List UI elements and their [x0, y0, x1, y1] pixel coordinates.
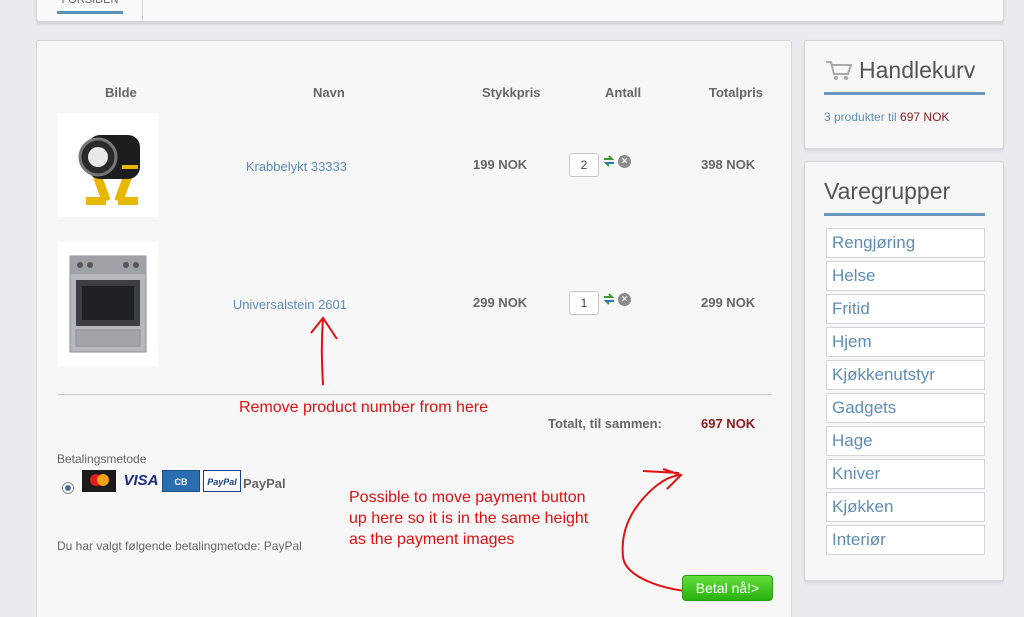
remove-icon[interactable]: × [618, 155, 631, 168]
payment-radio[interactable] [62, 482, 74, 494]
payment-chosen-text: Du har valgt følgende betalingmetode: Pa… [57, 539, 302, 553]
unit-price-row1: 199 NOK [473, 157, 528, 172]
annotation-move-line1: Possible to move payment button [349, 489, 586, 506]
totals-divider [58, 394, 772, 395]
product-image-lamp[interactable] [58, 113, 158, 217]
categories-widget: Varegrupper Rengjøring Helse Fritid Hjem… [804, 161, 1004, 581]
total-price-row1: 398 NOK [701, 157, 756, 172]
cart-summary-amount: 697 NOK [900, 110, 950, 124]
category-item[interactable]: Hage [826, 426, 985, 456]
cart-widget-rule [824, 92, 985, 95]
total-label: Totalt, til sammen: [548, 416, 662, 431]
top-navigation: FORSIDEN [36, 0, 1004, 22]
product-link-krabbelykt[interactable]: Krabbelykt 33333 [167, 159, 347, 174]
header-quantity: Antall [605, 85, 642, 100]
paypal-icon: PayPal [203, 470, 241, 492]
total-value: 697 NOK [701, 416, 756, 431]
unit-price-row2: 299 NOK [473, 295, 528, 310]
lamp-icon [78, 135, 140, 205]
product-image-stove[interactable] [58, 242, 158, 366]
mastercard-icon [82, 470, 116, 492]
cart-icon [826, 61, 853, 80]
arrow-up-annotation [310, 316, 338, 386]
tab-home[interactable]: FORSIDEN [57, 0, 123, 14]
refresh-icon[interactable] [602, 154, 616, 168]
total-price-row2: 299 NOK [701, 295, 756, 310]
categories-rule [824, 213, 985, 216]
annotation-move-line2: up here so it is in the same height [349, 510, 589, 527]
category-item[interactable]: Fritid [826, 294, 985, 324]
category-item[interactable]: Gadgets [826, 393, 985, 423]
category-item[interactable]: Kjøkkenutstyr [826, 360, 985, 390]
cart-widget: Handlekurv 3 produkter til 697 NOK [804, 40, 1004, 149]
refresh-icon[interactable] [602, 292, 616, 306]
category-item[interactable]: Kniver [826, 459, 985, 489]
annotation-remove-number: Remove product number from here [239, 399, 488, 416]
cart-summary[interactable]: 3 produkter til 697 NOK [824, 110, 949, 124]
header-image: Bilde [105, 85, 137, 100]
remove-icon[interactable]: × [618, 293, 631, 306]
stove-icon [69, 255, 147, 353]
cart-panel: Bilde Navn Stykkpris Antall Totalpris Kr… [36, 40, 792, 617]
header-name: Navn [313, 85, 345, 100]
category-item[interactable]: Rengjøring [826, 228, 985, 258]
category-item[interactable]: Hjem [826, 327, 985, 357]
visa-icon: VISA [123, 472, 159, 489]
annotation-move-line3: as the payment images [349, 531, 515, 548]
nav-divider [142, 0, 143, 22]
quantity-input-row1[interactable]: 2 [569, 153, 599, 177]
cart-summary-count: 3 produkter til [824, 110, 897, 124]
product-link-universalstein[interactable]: Universalstein 2601 [167, 297, 347, 312]
header-total-price: Totalpris [709, 85, 763, 100]
header-unit-price: Stykkpris [482, 85, 541, 100]
payment-method-label: Betalingsmetode [57, 452, 147, 466]
pay-now-button[interactable]: Betal nå!> [682, 575, 773, 601]
payment-method-name: PayPal [243, 476, 286, 491]
quantity-input-row2[interactable]: 1 [569, 291, 599, 315]
cb-icon: CB [162, 470, 200, 492]
category-item[interactable]: Interiør [826, 525, 985, 555]
category-item[interactable]: Kjøkken [826, 492, 985, 522]
category-item[interactable]: Helse [826, 261, 985, 291]
cart-widget-title: Handlekurv [859, 57, 976, 83]
categories-title: Varegrupper [824, 178, 951, 204]
